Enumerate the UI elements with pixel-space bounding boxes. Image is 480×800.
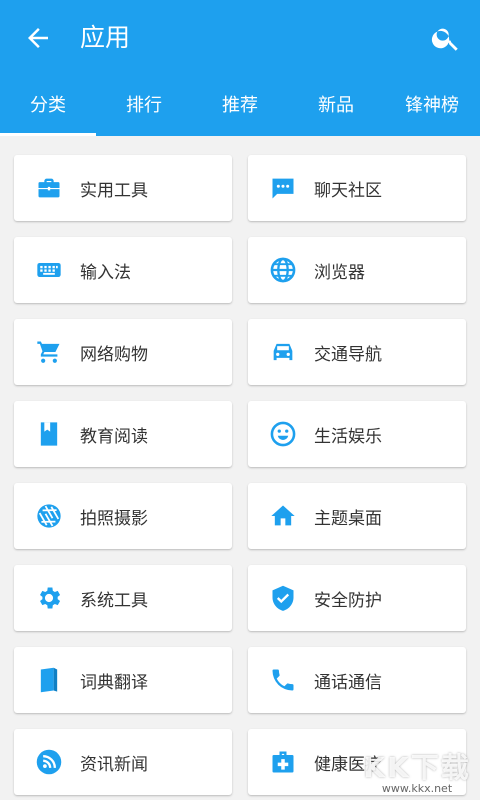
app-bar: 应用 分类 排行 推荐 新品 锋神榜 <box>0 0 480 136</box>
category-card[interactable]: 生活娱乐 <box>248 401 466 467</box>
category-label: 交通导航 <box>314 344 382 365</box>
phone-icon <box>268 665 298 695</box>
page-title: 应用 <box>80 23 131 52</box>
category-label: 聊天社区 <box>314 180 382 201</box>
category-label: 系统工具 <box>80 590 148 611</box>
category-label: 拍照摄影 <box>80 508 148 529</box>
search-icon <box>431 28 458 51</box>
smiley-icon <box>268 419 298 449</box>
category-card[interactable]: 资讯新闻 <box>14 729 232 795</box>
category-label: 主题桌面 <box>314 508 382 529</box>
category-label: 资讯新闻 <box>80 754 148 775</box>
category-card[interactable]: 安全防护 <box>248 565 466 631</box>
category-card[interactable]: 实用工具 <box>14 155 232 221</box>
globe-icon <box>268 255 298 285</box>
category-card[interactable]: 教育阅读 <box>14 401 232 467</box>
shield-icon <box>268 583 298 613</box>
arrow-left-icon <box>28 28 48 48</box>
category-card[interactable]: 词典翻译 <box>14 647 232 713</box>
category-label: 健康医疗 <box>314 754 382 775</box>
category-label: 浏览器 <box>314 262 365 283</box>
category-grid: 实用工具 聊天社区 输入法 浏览器 网络购物 交通导航 教育阅读 生活娱乐 拍照… <box>14 155 468 795</box>
category-card[interactable]: 输入法 <box>14 237 232 303</box>
chat-icon <box>268 173 298 203</box>
gear-icon <box>34 583 64 613</box>
category-label: 词典翻译 <box>80 672 148 693</box>
back-button[interactable] <box>20 20 56 56</box>
category-label: 教育阅读 <box>80 426 148 447</box>
search-button[interactable] <box>428 20 464 56</box>
aperture-icon <box>34 501 64 531</box>
tab-bar: 分类 排行 推荐 新品 锋神榜 <box>0 80 480 136</box>
cart-icon <box>34 337 64 367</box>
home-icon <box>268 501 298 531</box>
tab-fengshen-list[interactable]: 锋神榜 <box>384 80 480 136</box>
category-card[interactable]: 主题桌面 <box>248 483 466 549</box>
category-card[interactable]: 系统工具 <box>14 565 232 631</box>
category-label: 生活娱乐 <box>314 426 382 447</box>
category-label: 通话通信 <box>314 672 382 693</box>
category-label: 网络购物 <box>80 344 148 365</box>
briefcase-icon <box>34 173 64 203</box>
category-label: 输入法 <box>80 262 131 283</box>
tab-recommend[interactable]: 推荐 <box>192 80 288 136</box>
tab-category[interactable]: 分类 <box>0 80 96 136</box>
category-card[interactable]: 聊天社区 <box>248 155 466 221</box>
medical-kit-icon <box>268 747 298 777</box>
category-label: 安全防护 <box>314 590 382 611</box>
book-icon <box>34 665 64 695</box>
category-card[interactable]: 健康医疗 <box>248 729 466 795</box>
tab-ranking[interactable]: 排行 <box>96 80 192 136</box>
keyboard-icon <box>34 255 64 285</box>
tab-new[interactable]: 新品 <box>288 80 384 136</box>
category-card[interactable]: 交通导航 <box>248 319 466 385</box>
rss-icon <box>34 747 64 777</box>
bookmark-icon <box>34 419 64 449</box>
car-icon <box>268 337 298 367</box>
category-card[interactable]: 浏览器 <box>248 237 466 303</box>
category-card[interactable]: 拍照摄影 <box>14 483 232 549</box>
category-label: 实用工具 <box>80 180 148 201</box>
category-card[interactable]: 网络购物 <box>14 319 232 385</box>
category-card[interactable]: 通话通信 <box>248 647 466 713</box>
